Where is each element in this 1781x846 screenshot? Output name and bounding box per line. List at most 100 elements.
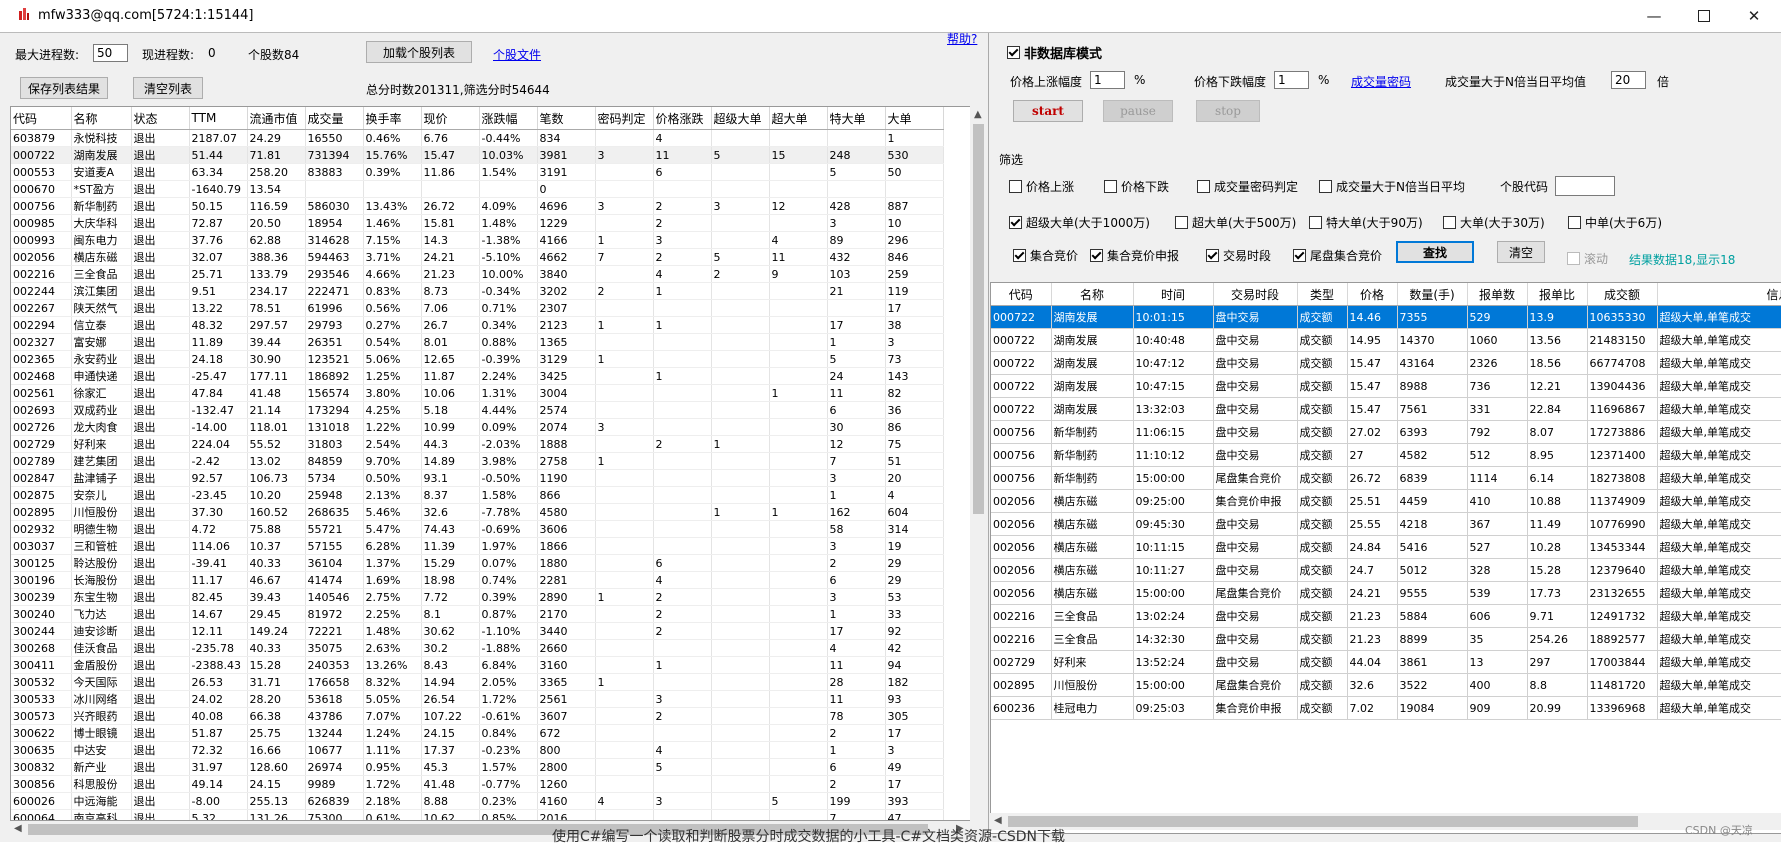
price-down-checkbox[interactable]: 价格下跌 <box>1104 178 1169 195</box>
closing-auction-checkbox[interactable]: 尾盘集合竞价 <box>1293 247 1382 264</box>
column-header[interactable]: 报单比 <box>1527 283 1588 306</box>
table-row[interactable]: 600026 中远海能 退出 -8.00 255.13 626839 2.18% 8.88 0.… <box>11 792 944 810</box>
stock-code-input[interactable] <box>1555 176 1615 196</box>
result-row[interactable]: 000756 新华制药 11:06:15 盘中交易 成交额 27.02 6393 792 8.0… <box>991 420 1781 444</box>
column-header[interactable]: 密码判定 <box>595 107 654 130</box>
table-row[interactable]: 002365 永安药业 退出 24.18 30.90 123521 5.06% 12.65 -0… <box>11 350 944 368</box>
column-header[interactable]: 超级大单 <box>711 107 770 130</box>
column-header[interactable]: 状态 <box>131 107 190 130</box>
table-row[interactable]: 300268 佳沃食品 退出 -235.78 40.33 35075 2.63% 30.2 -1… <box>11 639 944 657</box>
column-header[interactable]: 价格 <box>1347 283 1398 306</box>
result-row[interactable]: 002056 横店东磁 09:45:30 盘中交易 成交额 25.55 4218 367 11.… <box>991 512 1781 536</box>
table-row[interactable]: 300532 今天国际 退出 26.53 31.71 176658 8.32% 14.94 2.… <box>11 673 944 691</box>
table-row[interactable]: 000722 湖南发展 退出 51.44 71.81 731394 15.76% 15.47 1… <box>11 146 944 164</box>
stock-file-link[interactable]: 个股文件 <box>493 46 541 63</box>
table-row[interactable]: 002561 徐家汇 退出 47.84 41.48 156574 3.80% 10.06 1.3… <box>11 384 944 402</box>
table-row[interactable]: 603879 永悦科技 退出 2187.07 24.29 16550 0.46% 6.76 -0… <box>11 129 944 147</box>
help-link[interactable]: 帮助? <box>947 30 977 47</box>
scroll-checkbox[interactable]: 滚动 <box>1567 250 1608 267</box>
trade-time-checkbox[interactable]: 交易时段 <box>1206 247 1271 264</box>
table-row[interactable]: 002327 富安娜 退出 11.89 39.44 26351 0.54% 8.01 0.88%… <box>11 333 944 351</box>
table-row[interactable]: 000993 闽东电力 退出 37.76 62.88 314628 7.15% 14.3 -1.… <box>11 231 944 249</box>
auction-checkbox[interactable]: 集合竞价 <box>1013 247 1078 264</box>
medium-checkbox[interactable]: 中单(大于6万) <box>1568 214 1662 231</box>
table-row[interactable]: 300856 科思股份 退出 49.14 24.15 9989 1.72% 41.48 -0.7… <box>11 775 944 793</box>
table-row[interactable]: 300244 迪安诊断 退出 12.11 149.24 72221 1.48% 30.62 -1… <box>11 622 944 640</box>
table-row[interactable]: 002468 申通快递 退出 -25.47 177.11 186892 1.25% 11.87… <box>11 367 944 385</box>
table-row[interactable]: 002693 双成药业 退出 -132.47 21.14 173294 4.25% 5.18 4… <box>11 401 944 419</box>
result-row[interactable]: 002056 横店东磁 09:25:00 集合竞价申报 成交额 25.51 4459 410 1… <box>991 489 1781 513</box>
save-list-button[interactable]: 保存列表结果 <box>20 77 108 99</box>
extra-large-checkbox[interactable]: 超大单(大于500万) <box>1175 214 1296 231</box>
column-header[interactable]: 报单数 <box>1467 283 1528 306</box>
minimize-button[interactable]: — <box>1632 3 1676 29</box>
column-header[interactable]: 成交量 <box>305 107 364 130</box>
table-row[interactable]: 300411 金盾股份 退出 -2388.43 15.28 240353 13.26% 8.4… <box>11 656 944 674</box>
stop-button[interactable]: stop <box>1196 100 1260 122</box>
column-header[interactable]: 涨跌幅 <box>479 107 538 130</box>
start-button[interactable]: start <box>1013 100 1083 122</box>
clear-list-button[interactable]: 清空列表 <box>133 77 203 99</box>
nondb-mode-checkbox[interactable]: 非数据库模式 <box>1007 43 1102 62</box>
scroll-left-icon[interactable]: ◀ <box>14 823 22 834</box>
clear-results-button[interactable]: 清空 <box>1497 241 1545 263</box>
volume-gt-input[interactable]: 20 <box>1611 71 1646 89</box>
table-row[interactable]: 300573 兴齐眼药 退出 40.08 66.38 43786 7.07% 107.22 -0… <box>11 707 944 725</box>
column-header[interactable]: 价格涨跌 <box>653 107 712 130</box>
table-row[interactable]: 002216 三全食品 退出 25.71 133.79 293546 4.66% 21.23 1… <box>11 265 944 283</box>
column-header[interactable]: 信息 <box>1657 283 1781 306</box>
result-row[interactable]: 002056 横店东磁 10:11:27 盘中交易 成交额 24.7 5012 328 15.2… <box>991 558 1781 582</box>
column-header[interactable]: 换手率 <box>363 107 422 130</box>
column-header[interactable]: TTM <box>189 107 248 130</box>
volume-password-checkbox[interactable]: 成交量密码判定 <box>1197 178 1298 195</box>
very-large-checkbox[interactable]: 特大单(大于90万) <box>1309 214 1423 231</box>
result-row[interactable]: 002216 三全食品 13:02:24 盘中交易 成交额 21.23 5884 606 9.7… <box>991 604 1781 628</box>
scroll-left-icon[interactable]: ◀ <box>994 815 1002 826</box>
result-row[interactable]: 000722 湖南发展 10:40:48 盘中交易 成交额 14.95 14370 1060 1… <box>991 328 1781 352</box>
table-row[interactable]: 002244 滨江集团 退出 9.51 234.17 222471 0.83% 8.73 -0.… <box>11 282 944 300</box>
result-row[interactable]: 600236 桂冠电力 09:25:03 集合竞价申报 成交额 7.02 19084 909 2… <box>991 696 1781 720</box>
result-row[interactable]: 000722 湖南发展 10:01:15 盘中交易 成交额 14.46 7355 529 13.… <box>991 305 1781 329</box>
result-row[interactable]: 002216 三全食品 14:32:30 盘中交易 成交额 21.23 8899 35 254.… <box>991 627 1781 651</box>
result-row[interactable]: 002056 横店东磁 10:11:15 盘中交易 成交额 24.84 5416 527 10.… <box>991 535 1781 559</box>
result-row[interactable]: 002895 川恒股份 15:00:00 尾盘集合竞价 成交额 32.6 3522 400 8.… <box>991 673 1781 697</box>
column-header[interactable]: 超大单 <box>769 107 828 130</box>
table-row[interactable]: 002932 明德生物 退出 4.72 75.88 55721 5.47% 74.43 -0.6… <box>11 520 944 538</box>
table-row[interactable]: 300239 东宝生物 退出 82.45 39.43 140546 2.75% 7.72 0.3… <box>11 588 944 606</box>
super-large-checkbox[interactable]: 超级大单(大于1000万) <box>1009 214 1150 231</box>
table-row[interactable]: 002895 川恒股份 退出 37.30 160.52 268635 5.46% 32.6 -7… <box>11 503 944 521</box>
search-button[interactable]: 查找 <box>1396 241 1474 263</box>
table-row[interactable]: 300196 长海股份 退出 11.17 46.67 41474 1.69% 18.98 0.7… <box>11 571 944 589</box>
hscroll-thumb[interactable] <box>1008 816 1638 827</box>
table-row[interactable]: 300622 博士眼镜 退出 51.87 25.75 13244 1.24% 24.15 0.8… <box>11 724 944 742</box>
column-header[interactable]: 现价 <box>421 107 480 130</box>
pause-button[interactable]: pause <box>1103 100 1173 122</box>
scroll-thumb[interactable] <box>973 124 984 514</box>
result-hscroll[interactable]: ◀ <box>990 813 1781 830</box>
volume-password-link[interactable]: 成交量密码 <box>1351 73 1411 90</box>
table-row[interactable]: 300635 中达安 退出 72.32 16.66 10677 1.11% 17.37 -0.2… <box>11 741 944 759</box>
table-row[interactable]: 000553 安道麦A 退出 63.34 258.20 83883 0.39% 11.86 1.… <box>11 163 944 181</box>
column-header[interactable]: 成交额 <box>1587 283 1658 306</box>
table-row[interactable]: 000670 *ST盈方 退出 -1640.79 13.54 0 <box>11 180 944 198</box>
close-button[interactable]: ✕ <box>1732 3 1776 29</box>
table-row[interactable]: 002056 横店东磁 退出 32.07 388.36 594463 3.71% 24.21-… <box>11 248 944 266</box>
table-row[interactable]: 002789 建艺集团 退出 -2.42 13.02 84859 9.70% 14.89 3.9… <box>11 452 944 470</box>
result-row[interactable]: 002729 好利来 13:52:24 盘中交易 成交额 44.04 3861 13 297 17… <box>991 650 1781 674</box>
scroll-up-icon[interactable]: ▲ <box>974 109 982 120</box>
max-process-input[interactable]: 50 <box>93 44 128 62</box>
volume-gt-checkbox[interactable]: 成交量大于N倍当日平均 <box>1319 178 1465 195</box>
table-row[interactable]: 300533 冰川网络 退出 24.02 28.20 53618 5.05% 26.54 1.7… <box>11 690 944 708</box>
price-down-input[interactable]: 1 <box>1274 71 1309 89</box>
table-row[interactable]: 002875 安奈儿 退出 -23.45 10.20 25948 2.13% 8.37 1.58… <box>11 486 944 504</box>
column-header[interactable]: 流通市值 <box>247 107 306 130</box>
table-row[interactable]: 300125 聆达股份 退出 -39.41 40.33 36104 1.37% 15.29 0.… <box>11 554 944 572</box>
table-row[interactable]: 000756 新华制药 退出 50.15 116.59 586030 13.43% 26.72… <box>11 197 944 215</box>
table-row[interactable]: 002726 龙大肉食 退出 -14.00 118.01 131018 1.22% 10.99… <box>11 418 944 436</box>
column-header[interactable]: 数量(手) <box>1397 283 1468 306</box>
column-header[interactable]: 名称 <box>1051 283 1134 306</box>
table-row[interactable]: 002729 好利来 退出 224.04 55.52 31803 2.54% 44.3 -2.0… <box>11 435 944 453</box>
result-row[interactable]: 000756 新华制药 11:10:12 盘中交易 成交额 27 4582 512 8.95 12… <box>991 443 1781 467</box>
column-header[interactable]: 大单 <box>885 107 944 130</box>
table-row[interactable]: 002267 陕天然气 退出 13.22 78.51 61996 0.56% 7.06 0.71… <box>11 299 944 317</box>
